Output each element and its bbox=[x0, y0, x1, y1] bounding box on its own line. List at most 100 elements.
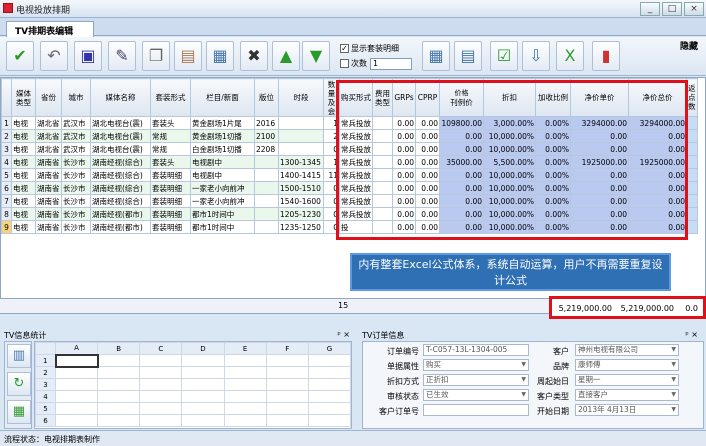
sheet-cell[interactable] bbox=[307, 354, 352, 367]
cell-page[interactable] bbox=[254, 168, 279, 182]
cell-col[interactable]: 黄金剧场1片尾 bbox=[190, 116, 255, 130]
cell-page[interactable] bbox=[254, 181, 279, 195]
close-button[interactable]: × bbox=[684, 2, 704, 16]
left-panel-pin-close[interactable]: ᵖ × bbox=[337, 330, 350, 339]
cell-media[interactable]: 湖北电视台(震) bbox=[90, 116, 151, 130]
cell-type[interactable]: 电视 bbox=[11, 220, 36, 234]
cell-city[interactable]: 长沙市 bbox=[61, 194, 91, 208]
cell-pkg[interactable]: 套装头 bbox=[150, 155, 191, 169]
sheet-cell[interactable] bbox=[54, 402, 99, 415]
customer-select[interactable]: 神州电视有限公司 bbox=[575, 344, 679, 356]
sheet-cell[interactable] bbox=[54, 378, 99, 391]
cell-extra[interactable] bbox=[686, 194, 698, 208]
times-spinner[interactable]: 1 bbox=[370, 58, 412, 70]
sheet-cell[interactable] bbox=[223, 402, 267, 415]
sheet-cell[interactable] bbox=[97, 366, 141, 379]
cell-col[interactable]: 都市1时间中 bbox=[190, 207, 255, 221]
sheet-row-header[interactable]: 6 bbox=[35, 414, 56, 427]
sheet-cell[interactable] bbox=[54, 366, 99, 379]
cell-prov[interactable]: 湖南省 bbox=[35, 207, 62, 221]
cell-col[interactable]: 一家老小向前冲 bbox=[190, 194, 255, 208]
cell-extra[interactable] bbox=[686, 220, 698, 234]
save-icon[interactable]: ▣ bbox=[74, 41, 102, 71]
cell-type[interactable]: 电视 bbox=[11, 181, 36, 195]
cell-city[interactable]: 武汉市 bbox=[61, 129, 91, 143]
sheet-cell[interactable] bbox=[307, 402, 352, 415]
sheet-cell[interactable] bbox=[97, 414, 141, 427]
cell-type[interactable]: 电视 bbox=[11, 116, 36, 130]
sheet-cell[interactable] bbox=[97, 378, 141, 391]
cell-prov[interactable]: 湖南省 bbox=[35, 194, 62, 208]
delete-icon[interactable]: ✖ bbox=[240, 41, 268, 71]
sheet-row-header[interactable]: 5 bbox=[35, 402, 56, 415]
cell-type[interactable]: 电视 bbox=[11, 207, 36, 221]
paste-icon[interactable]: ▤ bbox=[174, 41, 202, 71]
sheet-cell[interactable] bbox=[223, 378, 267, 391]
cell-page[interactable] bbox=[254, 155, 279, 169]
sheet-cell[interactable] bbox=[223, 366, 267, 379]
brand-select[interactable]: 康师傅 bbox=[575, 359, 679, 371]
cell-city[interactable]: 长沙市 bbox=[61, 168, 91, 182]
maximize-button[interactable]: □ bbox=[662, 2, 682, 16]
cell-pkg[interactable]: 套装明细 bbox=[150, 220, 191, 234]
sheet-cell[interactable] bbox=[139, 414, 183, 427]
check-doc-icon[interactable]: ☑ bbox=[490, 41, 518, 71]
cell-col[interactable]: 都市1时间中 bbox=[190, 220, 255, 234]
sheet-cell[interactable] bbox=[181, 414, 225, 427]
hide-button[interactable]: 隐藏 bbox=[680, 39, 698, 52]
cell-col[interactable]: 黄金剧场1切播 bbox=[190, 129, 255, 143]
sheet-cell[interactable] bbox=[307, 366, 352, 379]
sheet-cell[interactable] bbox=[97, 402, 141, 415]
sheet-cell[interactable] bbox=[181, 378, 225, 391]
sheet-cell[interactable] bbox=[265, 414, 309, 427]
sheet-cell[interactable] bbox=[97, 354, 141, 367]
header-extra[interactable]: 返点数 bbox=[686, 78, 698, 117]
sheet-cell[interactable] bbox=[307, 414, 352, 427]
cell-time[interactable] bbox=[278, 142, 324, 156]
cell-prov[interactable]: 湖南省 bbox=[35, 181, 62, 195]
cell-city[interactable]: 武汉市 bbox=[61, 142, 91, 156]
cell-pkg[interactable]: 套装头 bbox=[150, 116, 191, 130]
edit-doc-icon[interactable]: ✎ bbox=[108, 41, 136, 71]
header-page[interactable]: 版位 bbox=[254, 78, 279, 117]
cell-pkg[interactable]: 套装明细 bbox=[150, 168, 191, 182]
cell-media[interactable]: 湖南经视(综合) bbox=[90, 194, 151, 208]
sheet-cell[interactable] bbox=[54, 390, 99, 403]
cell-prov[interactable]: 湖北省 bbox=[35, 129, 62, 143]
cell-time[interactable]: 1205-1230 bbox=[278, 207, 324, 221]
cell-extra[interactable] bbox=[686, 155, 698, 169]
sheet-col-header[interactable]: G bbox=[307, 342, 352, 355]
cell-time[interactable]: 1500-1510 bbox=[278, 181, 324, 195]
header-province[interactable]: 省份 bbox=[35, 78, 62, 117]
cell-media[interactable]: 湖南经视(综合) bbox=[90, 155, 151, 169]
cell-pkg[interactable]: 常规 bbox=[150, 129, 191, 143]
sheet-cell[interactable] bbox=[265, 402, 309, 415]
cell-pkg[interactable]: 套装明细 bbox=[150, 207, 191, 221]
copy-icon[interactable]: ❐ bbox=[142, 41, 170, 71]
cell-page[interactable]: 2208 bbox=[254, 142, 279, 156]
cell-type[interactable]: 电视 bbox=[11, 129, 36, 143]
times-checkbox[interactable]: 次数 bbox=[340, 58, 367, 69]
cell-pkg[interactable]: 常规 bbox=[150, 142, 191, 156]
sheet-cell[interactable] bbox=[307, 378, 352, 391]
cell-pkg[interactable]: 套装明细 bbox=[150, 181, 191, 195]
sheet-col-header[interactable]: E bbox=[223, 342, 267, 355]
sheet-col-header[interactable]: D bbox=[181, 342, 225, 355]
sheet-cell[interactable] bbox=[139, 402, 183, 415]
grid-icon[interactable]: ▤ bbox=[454, 41, 482, 71]
cell-media[interactable]: 湖南经视(综合) bbox=[90, 168, 151, 182]
cell-extra[interactable] bbox=[686, 168, 698, 182]
sheet-col-header[interactable]: B bbox=[97, 342, 141, 355]
sheet-cell[interactable] bbox=[181, 354, 225, 367]
sheet-row-header[interactable]: 3 bbox=[35, 378, 56, 391]
sheet-col-header[interactable]: F bbox=[265, 342, 309, 355]
cell-col[interactable]: 电视剧中 bbox=[190, 155, 255, 169]
cell-time[interactable]: 1300-1345 bbox=[278, 155, 324, 169]
sheet-cell[interactable] bbox=[307, 390, 352, 403]
sheet-cell[interactable] bbox=[223, 390, 267, 403]
cell-time[interactable]: 1400-1415 bbox=[278, 168, 324, 182]
export-icon[interactable]: ⇩ bbox=[522, 41, 550, 71]
sheet-cell[interactable] bbox=[97, 390, 141, 403]
right-panel-pin-close[interactable]: ᵖ × bbox=[685, 330, 698, 339]
cell-media[interactable]: 湖南经视(都市) bbox=[90, 207, 151, 221]
